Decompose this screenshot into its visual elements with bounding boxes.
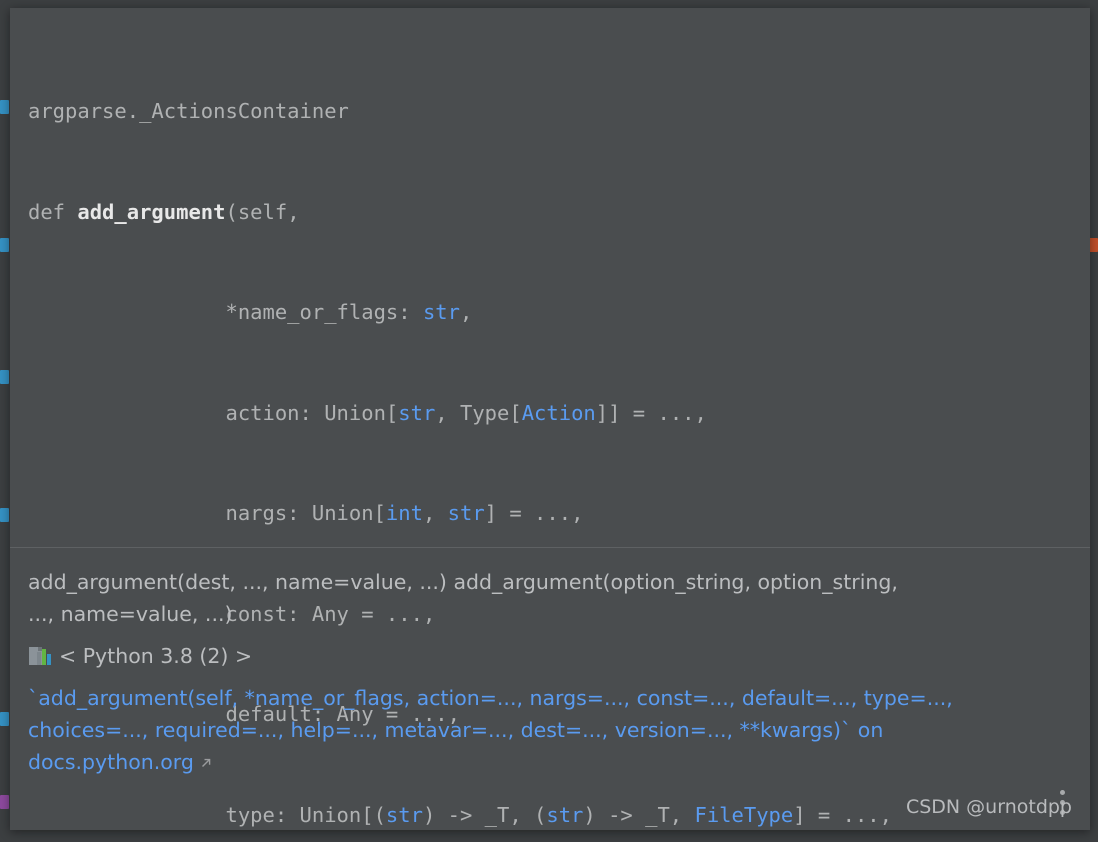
gutter-marker[interactable] bbox=[0, 238, 9, 252]
type-int: int bbox=[385, 501, 423, 525]
watermark: CSDN @urnotdpp bbox=[905, 796, 1072, 818]
gutter-marker[interactable] bbox=[0, 370, 9, 384]
gutter-marker[interactable] bbox=[1089, 238, 1098, 252]
signature-param-name-or-flags: *name_or_flags: str, bbox=[28, 300, 473, 324]
type-filetype: FileType bbox=[694, 802, 794, 827]
editor-gutter-left bbox=[0, 0, 10, 842]
documentation-section: add_argument(dest, ..., name=value, ...)… bbox=[10, 548, 1090, 778]
gutter-marker[interactable] bbox=[0, 100, 9, 114]
doc-signature-text: add_argument(dest, ..., name=value, ...)… bbox=[28, 570, 898, 626]
signature-param-nargs: nargs: Union[int, str] = ..., bbox=[28, 501, 584, 525]
quick-documentation-popup: argparse._ActionsContainer def add_argum… bbox=[10, 8, 1090, 830]
gutter-marker[interactable] bbox=[0, 508, 9, 522]
signature-qualifier: argparse._ActionsContainer bbox=[28, 99, 349, 123]
function-name: add_argument bbox=[77, 199, 226, 224]
type-str: str bbox=[447, 501, 485, 525]
gutter-marker[interactable] bbox=[0, 795, 9, 809]
module-row: < Python 3.8 (2) > bbox=[28, 640, 1072, 672]
type-str: str bbox=[422, 300, 460, 324]
external-link-icon bbox=[199, 747, 213, 767]
external-documentation-link-text: `add_argument(self, *name_or_flags, acti… bbox=[28, 686, 953, 774]
external-documentation-link[interactable]: `add_argument(self, *name_or_flags, acti… bbox=[28, 682, 1038, 778]
type-str: str bbox=[546, 802, 584, 827]
python-module-icon bbox=[28, 645, 51, 667]
module-label: < Python 3.8 (2) > bbox=[59, 644, 253, 668]
screenshot-root: argparse._ActionsContainer def add_argum… bbox=[0, 0, 1098, 842]
type-action: Action bbox=[521, 400, 596, 425]
type-str: str bbox=[398, 400, 436, 425]
more-options-dot bbox=[1060, 790, 1065, 795]
type-str: str bbox=[385, 802, 423, 827]
signature-param-action: action: Union[str, Type[Action]] = ..., bbox=[28, 400, 707, 425]
gutter-marker[interactable] bbox=[0, 712, 9, 726]
signature-def-line: def add_argument(self, bbox=[28, 199, 300, 224]
